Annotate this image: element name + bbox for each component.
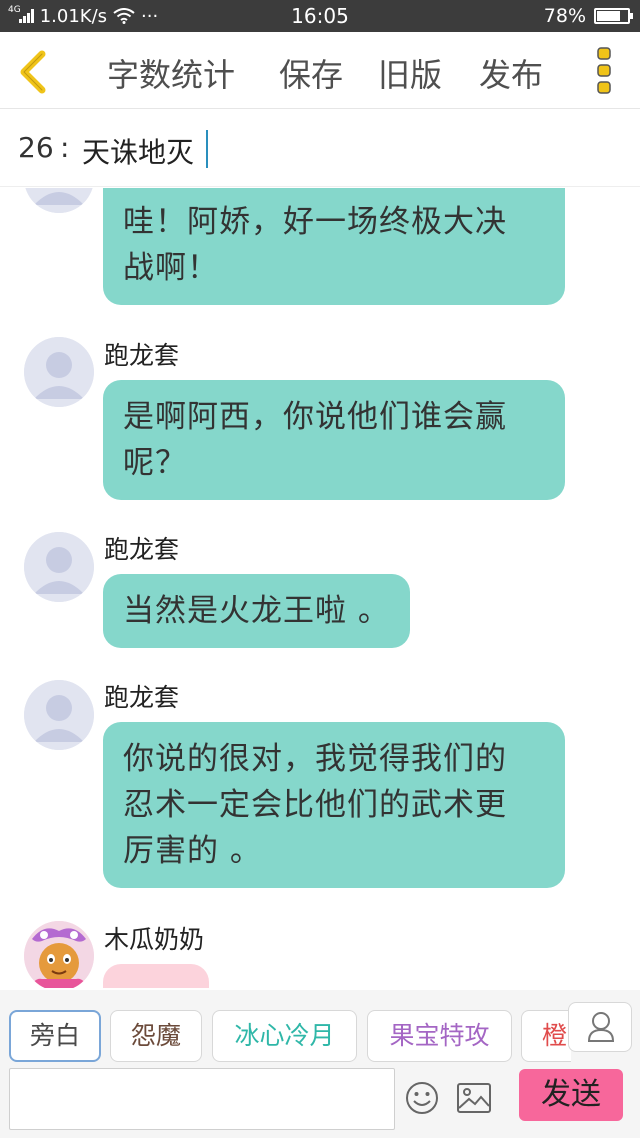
role-tab[interactable]: 果宝特攻 [367, 1010, 512, 1062]
speaker-name: 木瓜奶奶 [104, 925, 205, 954]
text-caret [206, 130, 208, 168]
message-bubble[interactable]: 哇！阿娇，好一场终极大决 战啊！ [103, 188, 565, 305]
word-count-button[interactable]: 字数统计 [107, 50, 235, 96]
app-root: 4G 1.01K/s ··· 16:05 78% 字数统计 保存 旧版 发布 2… [0, 0, 640, 1138]
status-bar: 4G 1.01K/s ··· 16:05 78% [0, 0, 640, 32]
default-avatar-icon [24, 337, 94, 407]
message-bubble[interactable]: 你说的很对，我觉得我们的 忍术一定会比他们的武术更 厉害的 。 [103, 722, 565, 888]
chevron-left-icon [20, 50, 46, 94]
speaker-name: 跑龙套 [104, 683, 180, 712]
message-line: 呢？ [123, 445, 187, 481]
speaker-name: 跑龙套 [104, 341, 180, 370]
message-input[interactable] [9, 1068, 395, 1130]
default-avatar-icon [24, 532, 94, 602]
speaker-name: 跑龙套 [104, 535, 180, 564]
chapter-number: 26 [18, 131, 54, 164]
back-button[interactable] [14, 50, 54, 94]
avatar[interactable] [24, 680, 94, 750]
avatar[interactable] [24, 921, 94, 988]
chapter-title-text[interactable]: 天诛地灭 [82, 131, 194, 171]
old-version-button[interactable]: 旧版 [378, 50, 442, 96]
battery-icon [594, 8, 633, 24]
send-button[interactable]: 发送 [519, 1069, 623, 1121]
image-icon [457, 1083, 491, 1113]
battery-fill [597, 11, 620, 21]
more-vertical-icon [597, 47, 611, 94]
role-tab[interactable]: 怨魔 [110, 1010, 202, 1062]
chapter-separator: : [60, 131, 70, 164]
role-tab-narrator[interactable]: 旁白 [9, 1010, 101, 1062]
message-line: 战啊！ [123, 250, 219, 286]
role-tab[interactable]: 橙 [521, 1010, 571, 1062]
avatar[interactable] [24, 532, 94, 602]
message-bubble[interactable]: 当然是火龙王啦 。 [103, 574, 410, 648]
message-line: 你说的很对，我觉得我们的 [123, 741, 507, 777]
role-label: 果宝特攻 [389, 1021, 490, 1050]
status-right: 78% [543, 0, 633, 32]
role-label: 橙 [542, 1021, 568, 1050]
top-toolbar: 字数统计 保存 旧版 发布 [0, 32, 640, 109]
role-manage-button[interactable] [568, 1002, 632, 1052]
message-line: 是啊阿西，你说他们谁会赢 [123, 399, 507, 435]
publish-button[interactable]: 发布 [479, 50, 543, 96]
image-button[interactable] [456, 1081, 492, 1115]
role-tab[interactable]: 冰心冷月 [212, 1010, 357, 1062]
character-avatar-icon [24, 921, 94, 988]
role-selector: 旁白 怨魔 冰心冷月 果宝特攻 橙 [0, 990, 640, 1066]
message-line: 哇！阿娇，好一场终极大决 [123, 204, 507, 240]
message-line: 厉害的 。 [123, 833, 262, 869]
person-icon [587, 1012, 615, 1042]
emoji-button[interactable] [404, 1080, 440, 1116]
message-bubble-partial[interactable] [103, 964, 209, 988]
avatar[interactable] [24, 188, 94, 213]
role-label: 怨魔 [130, 1021, 181, 1050]
chapter-title-field[interactable]: 26 : 天诛地灭 [0, 110, 640, 187]
role-label: 旁白 [29, 1021, 80, 1050]
message-line: 忍术一定会比他们的武术更 [123, 787, 507, 823]
battery-percent: 78% [543, 5, 586, 27]
save-button[interactable]: 保存 [279, 50, 343, 96]
default-avatar-icon [24, 680, 94, 750]
message-bubble[interactable]: 是啊阿西，你说他们谁会赢 呢？ [103, 380, 565, 500]
default-avatar-icon [25, 188, 93, 213]
message-line: 当然是火龙王啦 。 [123, 593, 390, 629]
avatar[interactable] [24, 337, 94, 407]
dialogue-list[interactable]: 哇！阿娇，好一场终极大决 战啊！ 跑龙套 是啊阿西，你说他们谁会赢 呢？ 跑龙套 [0, 188, 640, 988]
emoji-icon [406, 1082, 438, 1114]
more-menu-button[interactable] [590, 46, 618, 96]
input-bar: 发送 [0, 1066, 640, 1138]
role-label: 冰心冷月 [234, 1021, 335, 1050]
